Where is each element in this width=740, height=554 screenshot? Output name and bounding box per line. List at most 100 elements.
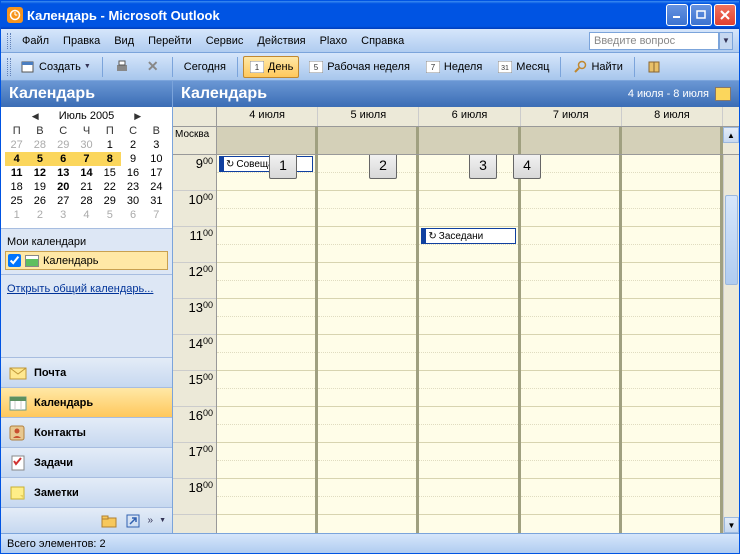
scroll-down-button[interactable]: ▼ [724,517,739,533]
menu-go[interactable]: Перейти [141,33,199,49]
date-cell[interactable]: 25 [5,194,28,208]
allday-cell[interactable] [217,127,318,154]
date-cell[interactable]: 27 [5,138,28,152]
date-cell[interactable]: 8 [98,152,121,166]
nav-tasks[interactable]: Задачи [1,447,172,477]
date-cell[interactable]: 7 [145,208,168,222]
nav-mail[interactable]: Почта [1,357,172,387]
date-cell[interactable]: 28 [75,194,98,208]
close-button[interactable] [714,4,736,26]
open-shared-calendar-link[interactable]: Открыть общий календарь... [1,275,172,357]
date-cell[interactable]: 7 [75,152,98,166]
appointment[interactable]: ↻Совещание [219,156,313,172]
prev-month-button[interactable]: ◀ [32,111,39,122]
help-search-input[interactable]: Введите вопрос [589,32,719,50]
allday-cell[interactable] [419,127,520,154]
date-cell[interactable]: 3 [145,138,168,152]
date-cell[interactable]: 29 [98,194,121,208]
date-cell[interactable]: 18 [5,180,28,194]
date-cell[interactable]: 6 [121,208,144,222]
address-book-button[interactable] [640,56,668,78]
mini-calendar[interactable]: ПВСЧПСВ 27282930123456789101112131415161… [5,124,168,222]
date-cell[interactable]: 24 [145,180,168,194]
allday-cell[interactable] [521,127,622,154]
scroll-up-button[interactable]: ▲ [723,127,739,143]
day-header[interactable]: 6 июля [419,107,520,126]
day-column[interactable]: ↻Заседани [419,155,520,533]
date-navigator[interactable]: ◀ Июль 2005 ▶ ПВСЧПСВ 272829301234567891… [1,107,172,229]
maximize-button[interactable] [690,4,712,26]
scrollbar-thumb[interactable] [725,195,738,285]
date-cell[interactable]: 17 [145,166,168,180]
calendar-grid[interactable]: ↻Совещание↻Заседани1234 [217,155,723,533]
day-column[interactable]: ↻Совещание [217,155,318,533]
menu-help[interactable]: Справка [354,33,411,49]
allday-cell[interactable] [318,127,419,154]
date-cell[interactable]: 5 [28,152,51,166]
date-cell[interactable]: 2 [121,138,144,152]
date-cell[interactable]: 22 [98,180,121,194]
date-cell[interactable]: 13 [52,166,75,180]
day-header[interactable]: 7 июля [521,107,622,126]
date-cell[interactable]: 21 [75,180,98,194]
date-cell[interactable]: 11 [5,166,28,180]
date-cell[interactable]: 4 [75,208,98,222]
date-cell[interactable]: 1 [98,138,121,152]
date-cell[interactable]: 4 [5,152,28,166]
new-button[interactable]: Создать ▼ [14,56,97,78]
week-view-button[interactable]: 7 Неделя [419,56,488,78]
menu-view[interactable]: Вид [107,33,141,49]
next-month-button[interactable]: ▶ [134,111,141,122]
date-cell[interactable]: 30 [121,194,144,208]
date-cell[interactable]: 10 [145,152,168,166]
menu-actions[interactable]: Действия [250,33,312,49]
shortcuts-icon[interactable] [124,513,142,529]
date-cell[interactable]: 19 [28,180,51,194]
day-view-button[interactable]: 1 День [243,56,299,78]
date-cell[interactable]: 26 [28,194,51,208]
calendar-checkbox[interactable] [8,254,21,267]
date-cell[interactable]: 15 [98,166,121,180]
day-header[interactable]: 4 июля [217,107,318,126]
date-cell[interactable]: 9 [121,152,144,166]
month-view-button[interactable]: 31 Месяц [491,56,555,78]
today-button[interactable]: Сегодня [178,56,232,78]
date-cell[interactable]: 16 [121,166,144,180]
help-dropdown-button[interactable]: ▼ [719,32,733,50]
folder-icon[interactable] [100,513,118,529]
day-header[interactable]: 5 июля [318,107,419,126]
date-cell[interactable]: 30 [75,138,98,152]
day-column[interactable] [521,155,622,533]
date-cell[interactable]: 5 [98,208,121,222]
date-cell[interactable]: 6 [52,152,75,166]
date-cell[interactable]: 27 [52,194,75,208]
date-cell[interactable]: 2 [28,208,51,222]
allday-cell[interactable] [622,127,723,154]
date-cell[interactable]: 20 [52,180,75,194]
menu-file[interactable]: Файл [15,33,56,49]
print-button[interactable] [108,56,136,78]
menu-service[interactable]: Сервис [199,33,251,49]
nav-calendar[interactable]: Календарь [1,387,172,417]
appointment[interactable]: ↻Заседани [421,228,515,244]
date-cell[interactable]: 12 [28,166,51,180]
find-button[interactable]: Найти [566,56,628,78]
day-column[interactable] [622,155,723,533]
menu-plaxo[interactable]: Plaxo [313,33,355,49]
nav-contacts[interactable]: Контакты [1,417,172,447]
date-cell[interactable]: 3 [52,208,75,222]
date-cell[interactable]: 14 [75,166,98,180]
date-cell[interactable]: 28 [28,138,51,152]
calendar-header-icon[interactable] [715,87,731,101]
date-cell[interactable]: 31 [145,194,168,208]
date-cell[interactable]: 23 [121,180,144,194]
dropdown-arrow-icon[interactable]: ▼ [159,517,166,524]
delete-button[interactable]: ✕ [139,56,167,78]
date-cell[interactable]: 1 [5,208,28,222]
menu-edit[interactable]: Правка [56,33,107,49]
minimize-button[interactable] [666,4,688,26]
vertical-scrollbar[interactable]: ▼ [723,155,739,533]
date-cell[interactable]: 29 [52,138,75,152]
day-column[interactable] [318,155,419,533]
day-header[interactable]: 8 июля [622,107,723,126]
